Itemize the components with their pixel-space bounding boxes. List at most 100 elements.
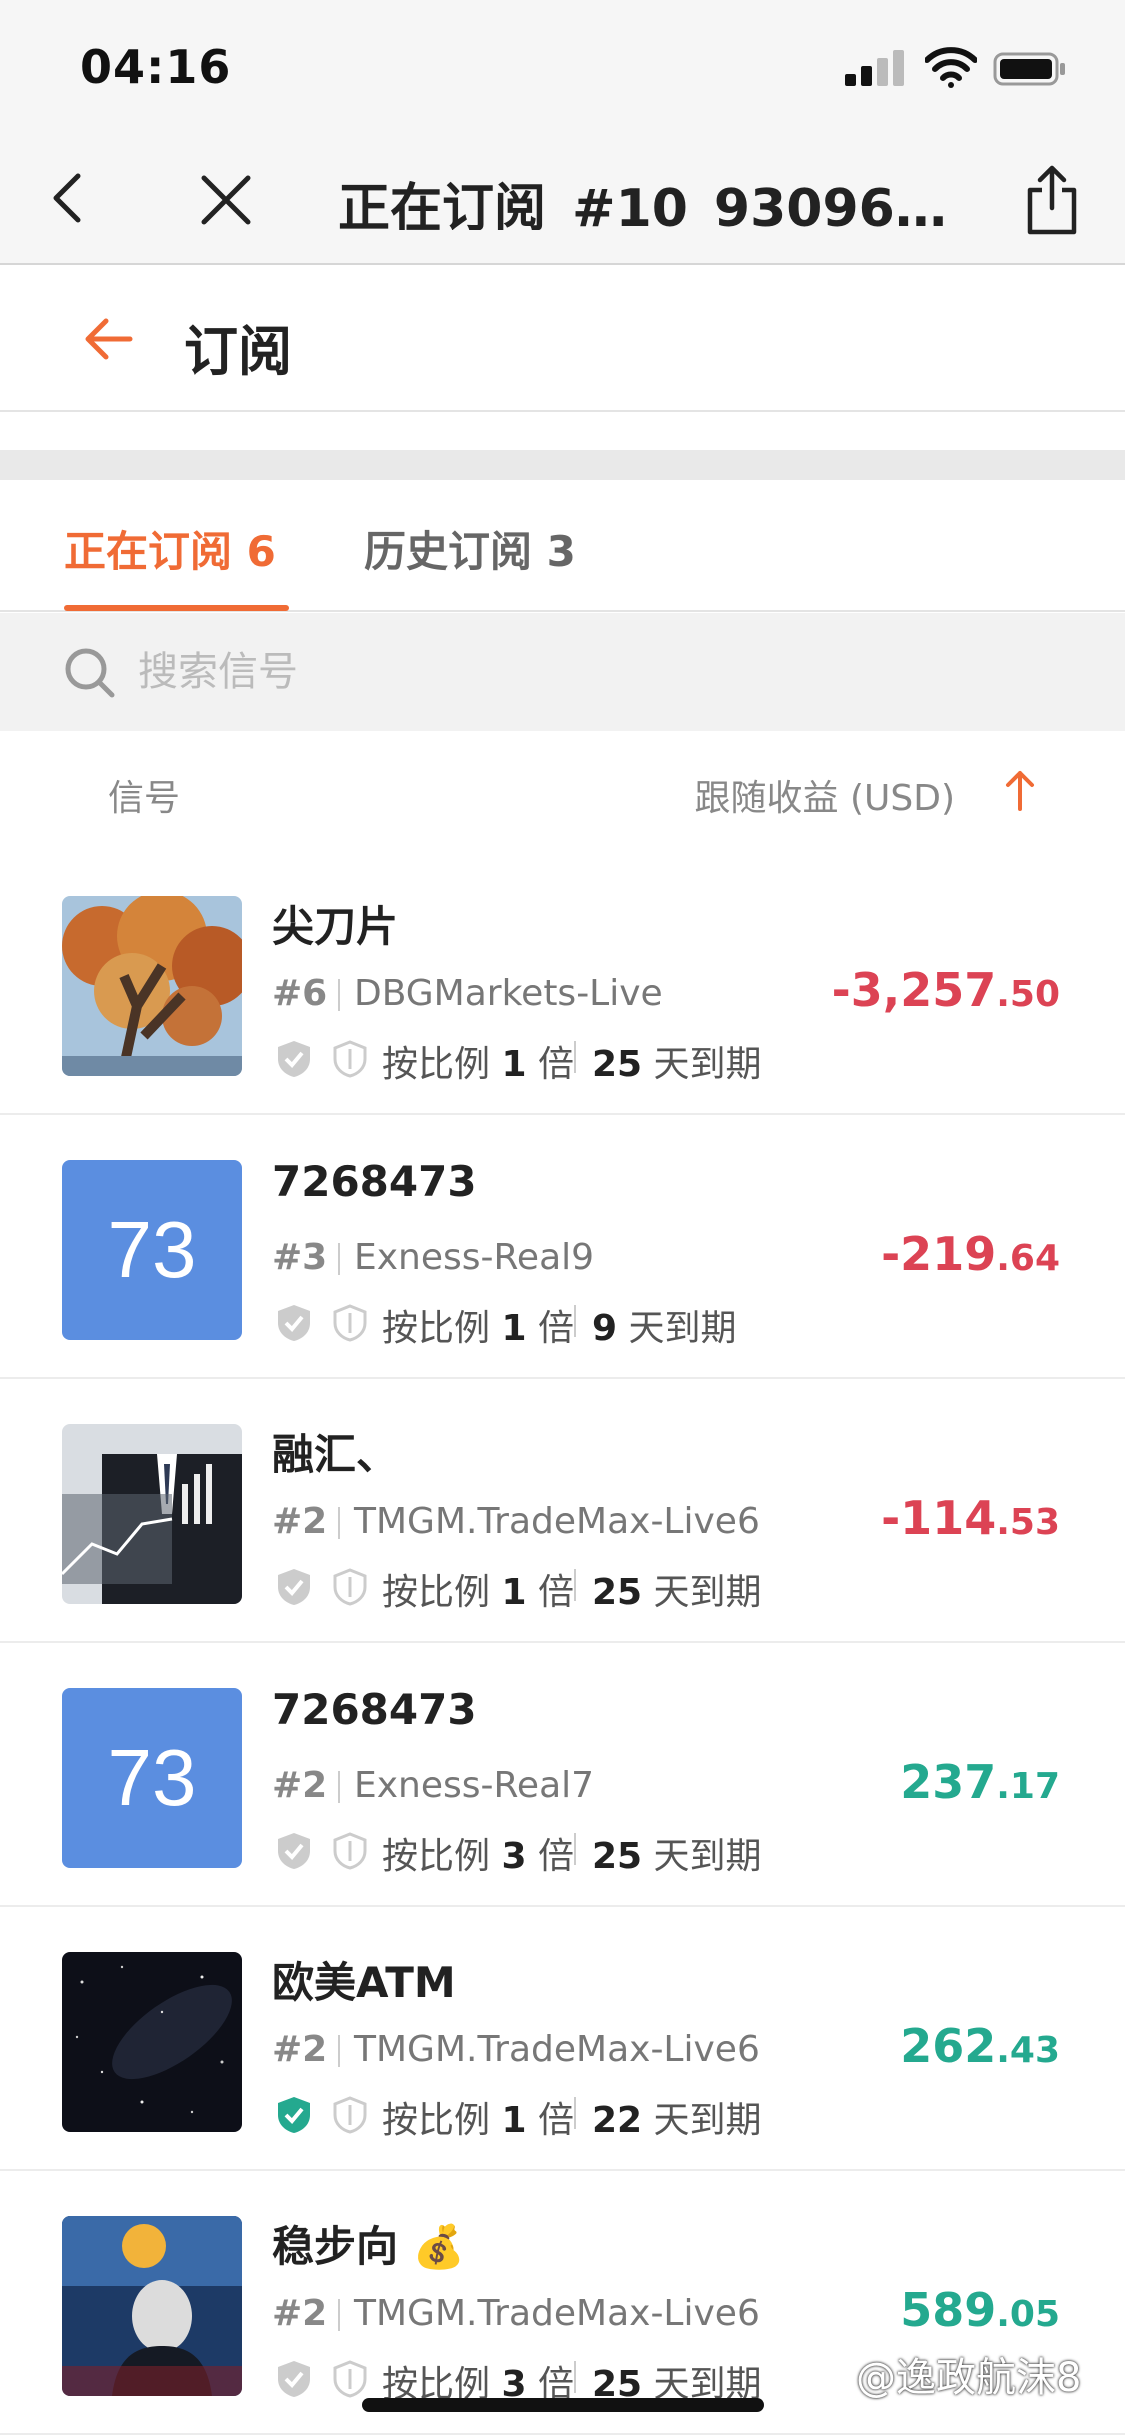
signal-name: 融汇、 bbox=[272, 1430, 399, 1479]
signal-rank: #2 bbox=[272, 1501, 328, 1542]
signal-avatar bbox=[62, 2216, 242, 2396]
shield-check-icon bbox=[278, 1041, 310, 1077]
divider bbox=[338, 2299, 340, 2331]
search-icon bbox=[65, 648, 115, 698]
signal-server: TMGM.TradeMax-Live6 bbox=[354, 2293, 760, 2334]
status-icons bbox=[845, 47, 1085, 88]
signal-server: DBGMarkets-Live bbox=[354, 973, 663, 1014]
expiry-days: 25 天到期 bbox=[592, 1836, 762, 1877]
status-time: 04:16 bbox=[80, 40, 232, 94]
signal-rank: #2 bbox=[272, 2029, 328, 2070]
divider bbox=[338, 1771, 340, 1803]
follow-return-value: -219.64 bbox=[881, 1227, 1060, 1281]
divider bbox=[574, 2097, 576, 2129]
divider bbox=[338, 1243, 340, 1275]
verified-shield-icon bbox=[278, 2097, 310, 2133]
divider bbox=[338, 2035, 340, 2067]
signal-rank: #3 bbox=[272, 1237, 328, 1278]
list-item[interactable]: 融汇、 #2 TMGM.TradeMax-Live6 按比例 1 倍 25 天到… bbox=[0, 1379, 1125, 1643]
follow-return-value: -114.53 bbox=[881, 1491, 1060, 1545]
shield-outline-icon bbox=[333, 1040, 367, 1078]
divider bbox=[338, 979, 340, 1011]
list-item[interactable]: 73 7268473 #2 Exness-Real7 按比例 3 倍 25 天到… bbox=[0, 1643, 1125, 1907]
watermark: @逸政航沫8 bbox=[856, 2355, 1082, 2401]
signal-name: 尖刀片 bbox=[272, 902, 399, 951]
chevron-left-icon[interactable] bbox=[42, 170, 98, 226]
search-bar bbox=[0, 613, 1125, 731]
shield-check-icon bbox=[278, 1569, 310, 1605]
expiry-days: 25 天到期 bbox=[592, 1044, 762, 1085]
battery-icon bbox=[993, 52, 1065, 86]
list-item[interactable]: 尖刀片 #6 DBGMarkets-Live 按比例 1 倍 25 天到期 -3… bbox=[0, 851, 1125, 1115]
follow-return-value: -3,257.50 bbox=[831, 963, 1060, 1017]
arrow-left-icon[interactable] bbox=[80, 311, 136, 367]
cellular-signal-icon bbox=[845, 48, 905, 86]
signal-name: 7268473 bbox=[272, 1685, 477, 1734]
follow-return-value: 589.05 bbox=[900, 2283, 1060, 2337]
signal-name: 欧美ATM bbox=[272, 1958, 456, 2007]
divider bbox=[574, 2361, 576, 2393]
signal-name: 稳步向 💰 bbox=[272, 2222, 465, 2271]
column-signal-label: 信号 bbox=[108, 778, 181, 819]
divider bbox=[574, 1305, 576, 1337]
signal-list: 尖刀片 #6 DBGMarkets-Live 按比例 1 倍 25 天到期 -3… bbox=[0, 851, 1125, 2435]
follow-return-value: 237.17 bbox=[900, 1755, 1060, 1809]
divider bbox=[338, 1507, 340, 1539]
copy-ratio: 按比例 1 倍 bbox=[382, 1044, 574, 1085]
signal-server: Exness-Real9 bbox=[354, 1237, 595, 1278]
tab-history-subscriptions[interactable]: 历史订阅 3 bbox=[364, 518, 576, 608]
signal-rank: #2 bbox=[272, 1765, 328, 1806]
follow-return-value: 262.43 bbox=[900, 2019, 1060, 2073]
browser-nav-bar: 正在订阅_#10_930965... bbox=[0, 132, 1125, 265]
close-icon[interactable] bbox=[196, 170, 256, 230]
signal-rank: #6 bbox=[272, 973, 328, 1014]
tree-photo bbox=[62, 896, 242, 1076]
avatar-initials: 73 bbox=[107, 1733, 197, 1822]
shield-outline-icon bbox=[333, 1568, 367, 1606]
browser-title: 正在订阅_#10_930965... bbox=[338, 179, 958, 230]
signal-avatar: 73 bbox=[62, 1160, 242, 1340]
arrow-up-icon[interactable] bbox=[1000, 765, 1040, 815]
shield-check-icon bbox=[278, 1305, 310, 1341]
active-tab-indicator bbox=[64, 605, 289, 611]
signal-avatar bbox=[62, 1952, 242, 2132]
section-divider bbox=[0, 450, 1125, 480]
share-icon[interactable] bbox=[1022, 164, 1082, 236]
night-sky-photo bbox=[62, 1952, 242, 2132]
expiry-days: 22 天到期 bbox=[592, 2100, 762, 2141]
signal-server: TMGM.TradeMax-Live6 bbox=[354, 1501, 760, 1542]
list-item[interactable]: 73 7268473 #3 Exness-Real9 按比例 1 倍 9 天到期… bbox=[0, 1115, 1125, 1379]
copy-ratio: 按比例 1 倍 bbox=[382, 1572, 574, 1613]
divider bbox=[574, 1833, 576, 1865]
shield-check-icon bbox=[278, 2361, 310, 2397]
page-header: 订阅 bbox=[0, 267, 1125, 412]
expiry-days: 25 天到期 bbox=[592, 1572, 762, 1613]
copy-ratio: 按比例 3 倍 bbox=[382, 1836, 574, 1877]
wifi-icon bbox=[925, 47, 977, 88]
list-item[interactable]: 欧美ATM #2 TMGM.TradeMax-Live6 按比例 1 倍 22 … bbox=[0, 1907, 1125, 2171]
page-title: 订阅 bbox=[184, 320, 292, 383]
signal-avatar bbox=[62, 1424, 242, 1604]
home-indicator bbox=[362, 2398, 764, 2412]
copy-ratio: 按比例 1 倍 bbox=[382, 2100, 574, 2141]
signal-name: 7268473 bbox=[272, 1157, 477, 1206]
shield-outline-icon bbox=[333, 1832, 367, 1870]
copy-ratio: 按比例 1 倍 bbox=[382, 1308, 574, 1349]
avatar-initials: 73 bbox=[107, 1205, 197, 1294]
tab-bar: 正在订阅 6 历史订阅 3 bbox=[0, 480, 1125, 612]
search-input[interactable] bbox=[138, 637, 1038, 707]
column-header: 信号 跟随收益 (USD) bbox=[0, 731, 1125, 851]
column-return-label[interactable]: 跟随收益 (USD) bbox=[695, 769, 955, 821]
shield-outline-icon bbox=[333, 2360, 367, 2398]
shield-outline-icon bbox=[333, 2096, 367, 2134]
shield-check-icon bbox=[278, 1833, 310, 1869]
signal-avatar bbox=[62, 896, 242, 1076]
status-bar: 04:16 bbox=[0, 0, 1125, 132]
signal-server: TMGM.TradeMax-Live6 bbox=[354, 2029, 760, 2070]
divider bbox=[574, 1041, 576, 1073]
divider bbox=[574, 1569, 576, 1601]
tab-current-subscriptions[interactable]: 正在订阅 6 bbox=[64, 518, 276, 608]
signal-rank: #2 bbox=[272, 2293, 328, 2334]
businessman-chart-photo bbox=[62, 1424, 242, 1604]
masked-figure-photo bbox=[62, 2216, 242, 2396]
